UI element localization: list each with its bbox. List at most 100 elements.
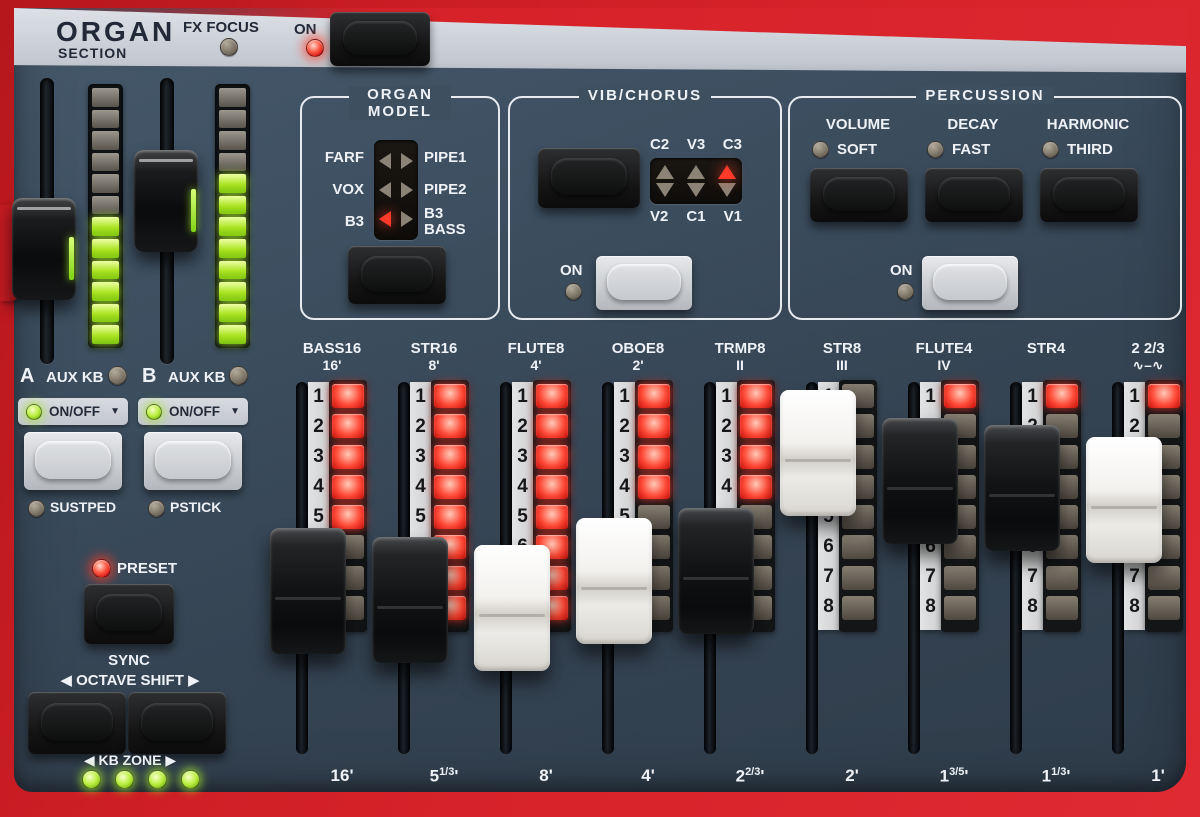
drawbar-led — [332, 384, 364, 408]
section-on-button[interactable] — [330, 12, 430, 66]
meter-segment — [92, 282, 119, 301]
vib-led-c3 — [718, 165, 736, 179]
vib-on-button[interactable] — [596, 256, 692, 310]
drawbar-number: 7 — [920, 562, 941, 592]
vib-led-c2 — [656, 165, 674, 179]
drawbar-led — [1148, 596, 1180, 620]
drawbar-led — [944, 566, 976, 590]
drawbar-number: 7 — [818, 562, 839, 592]
vib-led-matrix — [650, 158, 742, 204]
drawbar-number: 6 — [818, 532, 839, 562]
meter-segment — [219, 282, 246, 301]
model-left-arrow-icon — [379, 153, 391, 169]
percussion-button-volume[interactable] — [810, 168, 908, 222]
drawbar-number: 1 — [512, 382, 533, 412]
drawbar-led — [842, 596, 874, 620]
meter-segment — [92, 217, 119, 236]
drawbar-number: 4 — [614, 472, 635, 502]
model-label-pipe1: PIPE1 — [424, 150, 467, 166]
drawbar-footage-label-flute8: 8' — [490, 766, 602, 786]
drawbar-number: 7 — [1022, 562, 1043, 592]
drawbar-handle-trmp8[interactable] — [678, 508, 754, 634]
zone-b-onoff-strip[interactable]: ON/OFF ▼ — [138, 398, 248, 425]
vib-label-v1: V1 — [724, 208, 742, 225]
drawbar-number: 5 — [410, 502, 431, 532]
zone-a-button[interactable] — [24, 432, 122, 490]
drawbar-handle-str8[interactable] — [780, 390, 856, 516]
drawbar-led — [638, 445, 670, 469]
level-fader-cap-a[interactable] — [12, 198, 76, 300]
level-fader-cap-b[interactable] — [134, 150, 198, 252]
drawbar-label-str8: STR8III — [784, 340, 900, 374]
zone-b-dropdown-arrow-icon: ▼ — [230, 406, 240, 417]
zone-b-label: B — [142, 365, 156, 388]
drawbar-label-str16: STR168' — [376, 340, 492, 374]
drawbar-led — [332, 414, 364, 438]
drawbar-footage-label-str16: 51/3' — [388, 766, 500, 787]
meter-segment — [219, 153, 246, 172]
drawbar-number: 3 — [716, 442, 737, 472]
drawbar-footage-label-flute4: 13/5' — [898, 766, 1010, 787]
organ-model-button[interactable] — [348, 246, 446, 304]
vib-label-c3: C3 — [723, 136, 742, 153]
percussion-sub-fast: FAST — [927, 141, 990, 158]
drawbar-handle-223[interactable] — [1086, 437, 1162, 563]
model-left-arrow-icon — [379, 211, 391, 227]
drawbar-handle-flute8[interactable] — [474, 545, 550, 671]
meter-segment — [219, 239, 246, 258]
percussion-sub-label: FAST — [952, 141, 990, 158]
drawbar-led — [536, 445, 568, 469]
octave-shift-down-button[interactable] — [28, 692, 126, 754]
zone-a-onoff-strip[interactable]: ON/OFF ▼ — [18, 398, 128, 425]
page-subtitle: SECTION — [58, 45, 127, 61]
drawbar-led — [434, 505, 466, 529]
model-label-b3: B3 — [345, 214, 364, 229]
percussion-sub-third: THIRD — [1042, 141, 1113, 158]
drawbar-number: 4 — [410, 472, 431, 502]
drawbar-label-flute4: FLUTE4IV — [886, 340, 1002, 374]
sync-button[interactable] — [84, 584, 174, 644]
fader-cap-led-a — [69, 237, 74, 280]
meter-segment — [219, 110, 246, 129]
organ-panel: ORGAN SECTION FX FOCUS ON A AUX KB ON/OF… — [0, 0, 1200, 817]
drawbar-handle-flute4[interactable] — [882, 418, 958, 544]
vib-led-v1 — [718, 183, 736, 197]
drawbar-number: 3 — [614, 442, 635, 472]
drawbar-led — [1148, 384, 1180, 408]
percussion-on-button[interactable] — [922, 256, 1018, 310]
vib-top-labels: C2V3C3 — [650, 136, 742, 153]
meter-segment — [92, 131, 119, 150]
vib-label-v3: V3 — [687, 136, 705, 153]
drawbar-number: 7 — [1124, 562, 1145, 592]
meter-segment — [219, 174, 246, 193]
percussion-button-harmonic[interactable] — [1040, 168, 1138, 222]
vib-led-row-down — [656, 183, 736, 197]
zone-b-button[interactable] — [144, 432, 242, 490]
drawbar-handle-oboe8[interactable] — [576, 518, 652, 644]
drawbar-led — [638, 384, 670, 408]
sync-label: SYNC — [94, 652, 164, 669]
kb-zone-leds — [82, 770, 200, 789]
vib-chorus-select-button[interactable] — [538, 148, 640, 208]
organ-model-led-row — [374, 153, 418, 169]
drawbar-number: 2 — [614, 412, 635, 442]
meter-segment — [219, 217, 246, 236]
octave-shift-up-button[interactable] — [128, 692, 226, 754]
meter-segment — [219, 196, 246, 215]
zone-a-label: A — [20, 365, 34, 388]
drawbar-handle-bass16[interactable] — [270, 528, 346, 654]
drawbar-number: 2 — [512, 412, 533, 442]
drawbar-led — [332, 475, 364, 499]
drawbar-handle-str4[interactable] — [984, 425, 1060, 551]
drawbar-label-flute8: FLUTE84' — [478, 340, 594, 374]
drawbar-number: 1 — [1124, 382, 1145, 412]
drawbar-label-str4: STR4 — [988, 340, 1104, 374]
drawbar-led — [332, 505, 364, 529]
zone-b-aux-led — [229, 366, 248, 385]
percussion-sub-label: THIRD — [1067, 141, 1113, 158]
drawbar-number: 2 — [410, 412, 431, 442]
drawbar-led — [1046, 566, 1078, 590]
percussion-button-decay[interactable] — [925, 168, 1023, 222]
drawbar-handle-str16[interactable] — [372, 537, 448, 663]
vib-on-label: ON — [560, 262, 583, 279]
